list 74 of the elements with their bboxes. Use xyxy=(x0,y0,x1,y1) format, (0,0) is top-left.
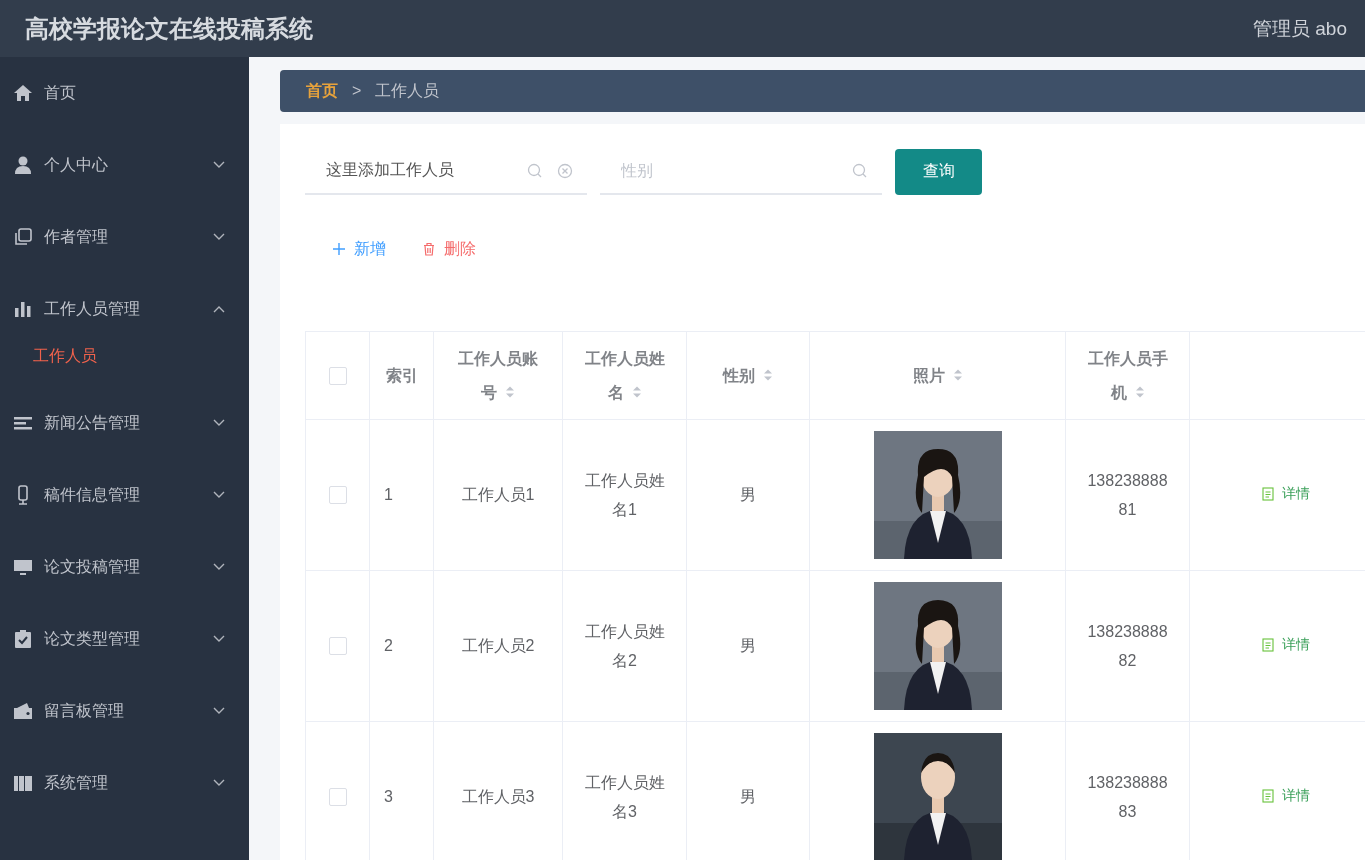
monitor-icon xyxy=(13,557,33,577)
table-cell-text: 13823888881 xyxy=(1086,471,1169,520)
table-cell: 工作人员3 xyxy=(461,787,535,805)
document-icon xyxy=(1262,789,1274,803)
menu-item[interactable]: 稿件信息管理 xyxy=(0,459,249,531)
row-checkbox[interactable] xyxy=(328,637,347,656)
menu-item[interactable]: 论文类型管理 xyxy=(0,603,249,675)
home-icon xyxy=(13,83,33,103)
table-cell: 男 xyxy=(740,485,756,503)
table-cell: 1 xyxy=(384,486,393,503)
table-cell-text: 工作人员姓名3 xyxy=(583,773,666,822)
search-icon xyxy=(852,162,868,179)
column-header[interactable]: 照片 xyxy=(912,358,963,393)
column-header[interactable]: 性别 xyxy=(723,358,773,393)
table-cell: 工作人员2 xyxy=(461,636,535,654)
table-cell-text: 工作人员姓名1 xyxy=(583,471,666,520)
menu-item[interactable]: 个人中心 xyxy=(0,129,249,201)
menu-item[interactable]: 作者管理 xyxy=(0,201,249,273)
table-cell: 男 xyxy=(740,636,756,654)
chevron-down-icon xyxy=(213,707,225,715)
bars-icon xyxy=(13,299,33,319)
search-icon xyxy=(527,162,543,179)
delete-button[interactable]: 删除 xyxy=(422,237,476,261)
add-button[interactable]: 新增 xyxy=(332,237,386,261)
sort-icon xyxy=(505,384,515,399)
sort-icon xyxy=(1134,384,1145,399)
chevron-up-icon xyxy=(213,305,225,313)
chevron-down-icon xyxy=(213,635,225,643)
account-search-field[interactable]: 这里添加工作人员 xyxy=(324,160,513,181)
table-cell: 工作人员1 xyxy=(461,485,535,503)
table-cell-text: 工作人员姓名2 xyxy=(583,622,666,671)
detail-button[interactable]: 详情 xyxy=(1262,787,1310,805)
row-checkbox[interactable] xyxy=(328,486,347,505)
breadcrumb-current: 工作人员 xyxy=(375,80,440,101)
chevron-down-icon xyxy=(213,779,225,787)
menu-item[interactable]: 留言板管理 xyxy=(0,675,249,747)
menu-item[interactable]: 系统管理 xyxy=(0,747,249,819)
gender-search-field[interactable]: 性别 xyxy=(619,160,838,181)
breadcrumb-link[interactable]: 首页 xyxy=(306,80,338,102)
table-cell-text: 13823888883 xyxy=(1086,773,1169,822)
table-cell: 3 xyxy=(384,788,393,805)
table-cell: 2 xyxy=(384,637,393,654)
menu-item[interactable]: 论文投稿管理 xyxy=(0,531,249,603)
app-title: 高校学报论文在线投稿系统 xyxy=(25,13,313,44)
book-icon xyxy=(13,773,33,793)
plus-icon xyxy=(332,242,346,256)
sort-icon xyxy=(763,367,773,382)
query-button[interactable]: 查询 xyxy=(895,148,982,195)
trash-icon xyxy=(422,242,436,256)
table-cell: 男 xyxy=(740,787,756,805)
chevron-down-icon xyxy=(213,563,225,571)
chevron-down-icon xyxy=(213,233,225,241)
wallet-icon xyxy=(13,701,33,721)
copy-icon xyxy=(13,227,33,247)
document-icon xyxy=(1262,638,1274,652)
column-header: 索引 xyxy=(385,365,418,386)
clip-icon xyxy=(13,629,33,649)
user-name: 管理员 abo xyxy=(1253,16,1347,41)
chevron-down-icon xyxy=(213,419,225,427)
table-cell-text: 13823888882 xyxy=(1086,622,1169,671)
menu-item[interactable]: 首页 xyxy=(0,71,249,115)
row-checkbox[interactable] xyxy=(328,788,347,807)
document-icon xyxy=(1262,487,1274,501)
sort-icon xyxy=(952,367,963,382)
menu-item[interactable]: 新闻公告管理 xyxy=(0,387,249,459)
clear-icon[interactable] xyxy=(557,162,573,179)
user-icon xyxy=(13,155,33,175)
chevron-down-icon xyxy=(213,491,225,499)
chevron-down-icon xyxy=(213,161,225,169)
detail-button[interactable]: 详情 xyxy=(1262,636,1310,654)
detail-button[interactable]: 详情 xyxy=(1262,485,1310,503)
sort-icon xyxy=(631,384,642,399)
breadcrumb-separator: > xyxy=(352,82,362,100)
select-all-checkbox[interactable] xyxy=(328,366,347,385)
